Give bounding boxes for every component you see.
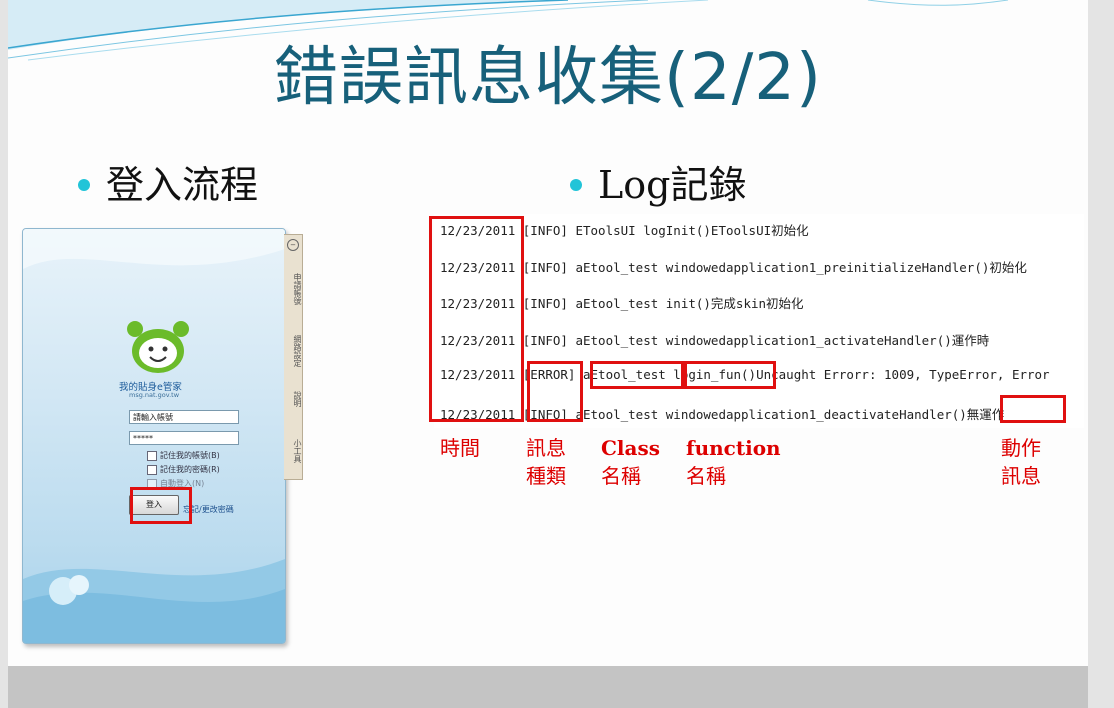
bullet-log-record: Log記錄 xyxy=(570,154,746,209)
tab-apply-account[interactable]: 申請帳號 xyxy=(284,265,302,313)
right-margin xyxy=(1088,0,1114,708)
label-class-name-line1: Class xyxy=(601,436,660,460)
label-function-name: function 名稱 xyxy=(686,434,781,490)
bullet-login-flow: 登入流程 xyxy=(78,154,258,209)
checkbox-box[interactable] xyxy=(147,450,157,461)
left-margin xyxy=(0,0,8,708)
log-line: 12/23/2011 [INFO] aEtool_test windowedap… xyxy=(440,260,1027,275)
brand-url: msg.nat.gov.tw xyxy=(129,391,180,399)
label-action-message: 動作 訊息 xyxy=(1001,434,1041,490)
tab-help[interactable]: 說明 xyxy=(284,385,302,413)
checkbox-box[interactable] xyxy=(147,464,157,475)
label-message-type: 訊息 種類 xyxy=(526,434,566,490)
slide: 錯誤訊息收集(2/2) 登入流程 Log記錄 我的貼身e管家 msg.nat.g… xyxy=(8,0,1088,666)
time-column-highlight xyxy=(429,216,524,422)
login-button-highlight xyxy=(130,487,192,524)
bullet-dot-icon xyxy=(78,178,90,191)
mascot-logo-icon xyxy=(127,321,189,373)
label-class-name-line2: 名稱 xyxy=(601,464,641,488)
login-side-tabs: − 申請帳號 網路設定 說明 小工具 xyxy=(284,234,303,480)
label-action-message-line2: 訊息 xyxy=(1001,464,1041,488)
label-function-name-line1: function xyxy=(686,436,781,460)
remember-account-checkbox[interactable]: 記住我的帳號(B) xyxy=(147,450,220,461)
collapse-icon[interactable]: − xyxy=(287,239,299,251)
bullet-log-record-text: Log記錄 xyxy=(598,163,747,207)
bullet-login-flow-text: 登入流程 xyxy=(106,163,259,207)
label-action-message-line1: 動作 xyxy=(1001,436,1041,460)
password-input[interactable]: ***** xyxy=(129,431,239,445)
action-message-highlight xyxy=(1000,395,1066,423)
tab-tools[interactable]: 小工具 xyxy=(284,431,302,471)
log-line: 12/23/2011 [INFO] aEtool_test windowedap… xyxy=(440,407,1005,422)
bottom-margin xyxy=(8,666,1088,708)
function-name-highlight xyxy=(684,361,776,389)
remember-account-label: 記住我的帳號(B) xyxy=(160,451,220,460)
label-message-type-line1: 訊息 xyxy=(526,436,566,460)
label-time-text: 時間 xyxy=(440,436,480,460)
login-panel: 我的貼身e管家 msg.nat.gov.tw 請輸入帳號 ***** 記住我的帳… xyxy=(22,228,286,644)
class-name-highlight xyxy=(590,361,684,389)
tab-network-settings[interactable]: 網路設定 xyxy=(284,327,302,375)
label-time: 時間 xyxy=(440,434,480,462)
remember-password-checkbox[interactable]: 記住我的密碼(R) xyxy=(147,464,220,475)
slide-title: 錯誤訊息收集(2/2) xyxy=(274,41,822,115)
label-message-type-line2: 種類 xyxy=(526,464,566,488)
label-class-name: Class 名稱 xyxy=(601,434,660,490)
username-input[interactable]: 請輸入帳號 xyxy=(129,410,239,424)
message-type-highlight xyxy=(527,361,583,422)
bullet-dot-icon xyxy=(570,178,582,191)
label-function-name-line2: 名稱 xyxy=(686,464,726,488)
remember-password-label: 記住我的密碼(R) xyxy=(160,465,220,474)
login-screenshot: 我的貼身e管家 msg.nat.gov.tw 請輸入帳號 ***** 記住我的帳… xyxy=(22,228,304,648)
